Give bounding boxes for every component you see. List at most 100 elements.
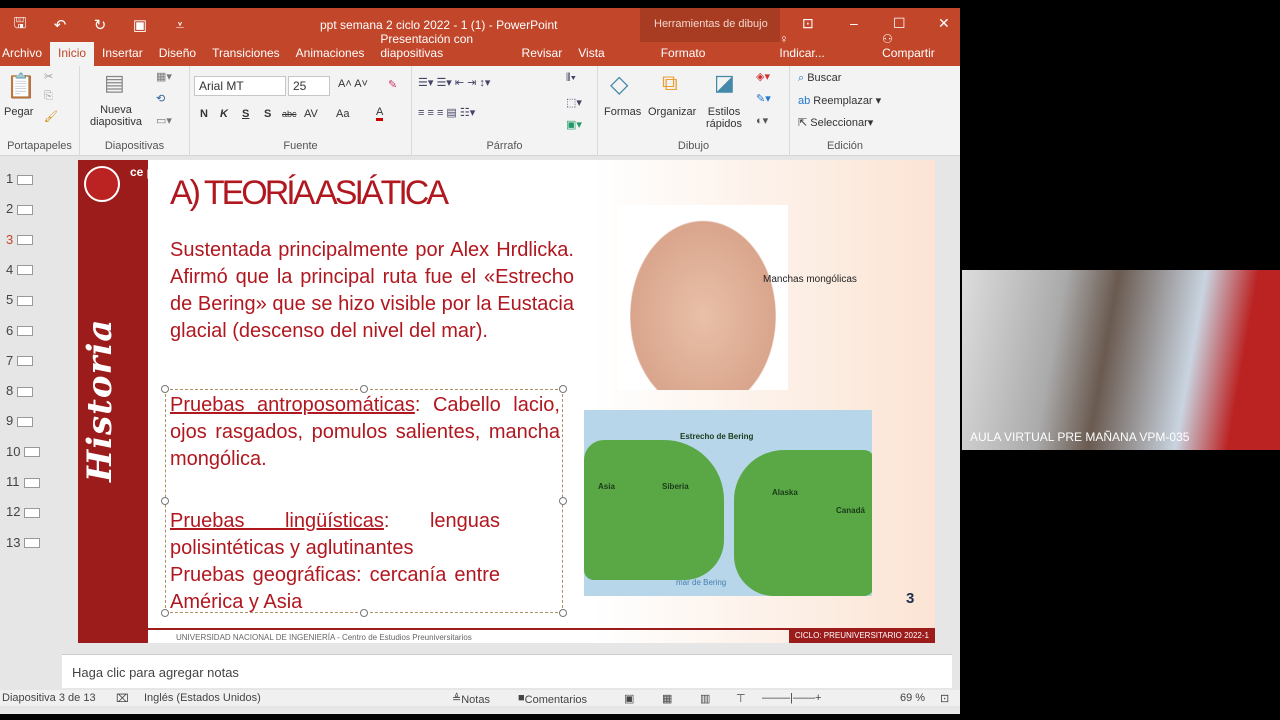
bering-map-image[interactable]: Estrecho de Bering Asia Siberia Alaska C… bbox=[584, 410, 872, 596]
slide-thumbnail[interactable]: 10 bbox=[6, 444, 41, 459]
slide-thumbnail[interactable]: 13 bbox=[6, 535, 41, 550]
spacing-button[interactable]: AV bbox=[304, 108, 318, 120]
replace-button[interactable]: ab Reemplazar ▾ bbox=[798, 94, 881, 107]
arrange-button[interactable]: Organizar bbox=[648, 106, 696, 118]
clear-format-icon[interactable]: ✎ bbox=[388, 78, 397, 91]
font-size-select[interactable]: 25 bbox=[288, 76, 330, 96]
italic-button[interactable]: K bbox=[220, 108, 228, 120]
save-icon[interactable]: 🖫 bbox=[0, 13, 40, 38]
resize-handle[interactable] bbox=[559, 497, 567, 505]
resize-handle[interactable] bbox=[161, 497, 169, 505]
shapes-icon[interactable]: ◇ bbox=[610, 70, 628, 99]
cursor-icon: ⇱ bbox=[798, 117, 811, 129]
zoom-level[interactable]: 69 % bbox=[900, 692, 925, 704]
notes-button[interactable]: ≜ Notas bbox=[452, 692, 490, 706]
slide-thumbnail[interactable]: 5 bbox=[6, 292, 34, 307]
normal-view-icon[interactable]: ▣ bbox=[624, 692, 634, 705]
thumbnail-preview bbox=[24, 507, 41, 518]
cut-icon[interactable]: ✂ bbox=[44, 70, 53, 83]
slide-thumbnail[interactable]: 2 bbox=[6, 201, 34, 216]
language-indicator[interactable]: Inglés (Estados Unidos) bbox=[144, 692, 261, 704]
tab-formato[interactable]: Formato bbox=[653, 42, 714, 66]
paste-button[interactable]: Pegar bbox=[4, 106, 33, 118]
grow-font-icon[interactable]: A˄ A˅ bbox=[338, 78, 368, 90]
share-button[interactable]: ⚇ Compartir bbox=[866, 28, 960, 66]
paste-icon[interactable]: 📋 bbox=[6, 72, 36, 101]
tab-diseno[interactable]: Diseño bbox=[151, 42, 204, 66]
slide-thumbnail[interactable]: 8 bbox=[6, 383, 34, 398]
comments-button[interactable]: ■ Comentarios bbox=[518, 692, 587, 706]
bullets-icon[interactable]: ☰▾ ☰▾ ⇤ ⇥ ↕▾ bbox=[418, 76, 490, 89]
group-drawing: ◇ Formas ⧉ Organizar ◪ Estilos rápidos ◈… bbox=[598, 66, 790, 156]
smartart-icon[interactable]: ▣▾ bbox=[566, 118, 582, 131]
quick-styles-button[interactable]: Estilos rápidos bbox=[702, 106, 746, 130]
undo-icon[interactable]: ↶ bbox=[40, 16, 80, 34]
text-direction-icon[interactable]: ⫴▾ bbox=[566, 72, 576, 85]
tab-insertar[interactable]: Insertar bbox=[94, 42, 151, 66]
tab-animaciones[interactable]: Animaciones bbox=[288, 42, 373, 66]
evidence-2: Pruebas lingüísticas: lenguas polisintét… bbox=[170, 510, 500, 559]
baby-image[interactable] bbox=[618, 205, 788, 390]
layout-icon[interactable]: ▦▾ bbox=[156, 70, 172, 83]
strikethrough-button[interactable]: abc bbox=[282, 109, 297, 119]
tab-presentacion[interactable]: Presentación con diapositivas bbox=[372, 28, 513, 66]
shape-outline-icon[interactable]: ✎▾ bbox=[756, 92, 771, 105]
reading-view-icon[interactable]: ▥ bbox=[700, 692, 710, 705]
tab-vista[interactable]: Vista bbox=[570, 42, 612, 66]
tab-archivo[interactable]: Archivo bbox=[0, 42, 50, 66]
resize-handle[interactable] bbox=[161, 385, 169, 393]
bold-button[interactable]: N bbox=[200, 108, 208, 120]
zoom-slider[interactable]: –——|——+ bbox=[762, 692, 821, 704]
resize-handle[interactable] bbox=[161, 609, 169, 617]
slide-thumbnail[interactable]: 3 bbox=[6, 232, 34, 247]
redo-icon[interactable]: ↻ bbox=[80, 16, 120, 34]
shape-effects-icon[interactable]: ◐▾ bbox=[756, 114, 768, 127]
section-icon[interactable]: ▭▾ bbox=[156, 114, 172, 127]
reset-icon[interactable]: ⟲ bbox=[156, 92, 165, 105]
tab-revisar[interactable]: Revisar bbox=[514, 42, 571, 66]
resize-handle[interactable] bbox=[360, 609, 368, 617]
slide-thumbnail[interactable]: 1 bbox=[6, 171, 34, 186]
change-case-button[interactable]: Aa bbox=[336, 108, 349, 120]
selected-text-box[interactable]: Pruebas antroposomáticas: Cabello lacio,… bbox=[161, 385, 567, 617]
resize-handle[interactable] bbox=[559, 609, 567, 617]
shape-fill-icon[interactable]: ◈▾ bbox=[756, 70, 770, 83]
slide-title[interactable]: A) TEORÍA ASIÁTICA bbox=[170, 174, 449, 213]
align-text-icon[interactable]: ⬚▾ bbox=[566, 96, 582, 109]
minimize-button[interactable]: – bbox=[850, 15, 858, 31]
resize-handle[interactable] bbox=[360, 385, 368, 393]
shadow-button[interactable]: S bbox=[264, 108, 271, 120]
customize-icon[interactable]: ⩡ bbox=[160, 17, 200, 34]
quick-styles-icon[interactable]: ◪ bbox=[714, 70, 735, 96]
slideshow-view-icon[interactable]: ⊤ bbox=[736, 692, 746, 705]
present-icon[interactable]: ▣ bbox=[120, 16, 160, 34]
fit-slide-icon[interactable]: ⊡ bbox=[940, 692, 949, 705]
resize-handle[interactable] bbox=[559, 385, 567, 393]
slide-thumbnail[interactable]: 12 bbox=[6, 504, 41, 519]
evidence-1: Pruebas antroposomáticas: Cabello lacio,… bbox=[170, 394, 560, 470]
tab-inicio[interactable]: Inicio bbox=[50, 42, 95, 66]
new-slide-icon[interactable]: ▤ bbox=[104, 70, 125, 96]
notes-pane[interactable]: Haga clic para agregar notas bbox=[62, 654, 952, 688]
slide-thumbnail[interactable]: 11 bbox=[6, 474, 40, 489]
spellcheck-icon[interactable]: ⌧ bbox=[116, 692, 129, 705]
slide-thumbnail[interactable]: 4 bbox=[6, 262, 34, 277]
tell-me-search[interactable]: ♀ Indicar... bbox=[763, 28, 850, 66]
slide-thumbnail[interactable]: 7 bbox=[6, 353, 34, 368]
intro-paragraph[interactable]: Sustentada principalmente por Alex Hrdli… bbox=[170, 237, 574, 345]
find-button[interactable]: ⌕ Buscar bbox=[798, 72, 841, 85]
copy-icon[interactable]: ⎘ bbox=[44, 90, 53, 103]
sorter-view-icon[interactable]: ▦ bbox=[662, 692, 672, 705]
align-icons[interactable]: ≡ ≡ ≡ ▤ ☷▾ bbox=[418, 106, 475, 119]
tab-transiciones[interactable]: Transiciones bbox=[204, 42, 288, 66]
underline-button[interactable]: S bbox=[242, 108, 249, 120]
select-button[interactable]: ⇱ Seleccionar▾ bbox=[798, 116, 873, 129]
slide-thumbnail[interactable]: 9 bbox=[6, 413, 34, 428]
font-name-select[interactable]: Arial MT bbox=[194, 76, 286, 96]
shapes-button[interactable]: Formas bbox=[604, 106, 641, 118]
format-painter-icon[interactable]: 🖌 bbox=[44, 110, 58, 123]
new-slide-button[interactable]: Nueva diapositiva bbox=[86, 104, 146, 128]
font-color-icon[interactable]: A bbox=[376, 106, 384, 121]
slide-thumbnail[interactable]: 6 bbox=[6, 323, 34, 338]
arrange-icon[interactable]: ⧉ bbox=[662, 70, 678, 96]
